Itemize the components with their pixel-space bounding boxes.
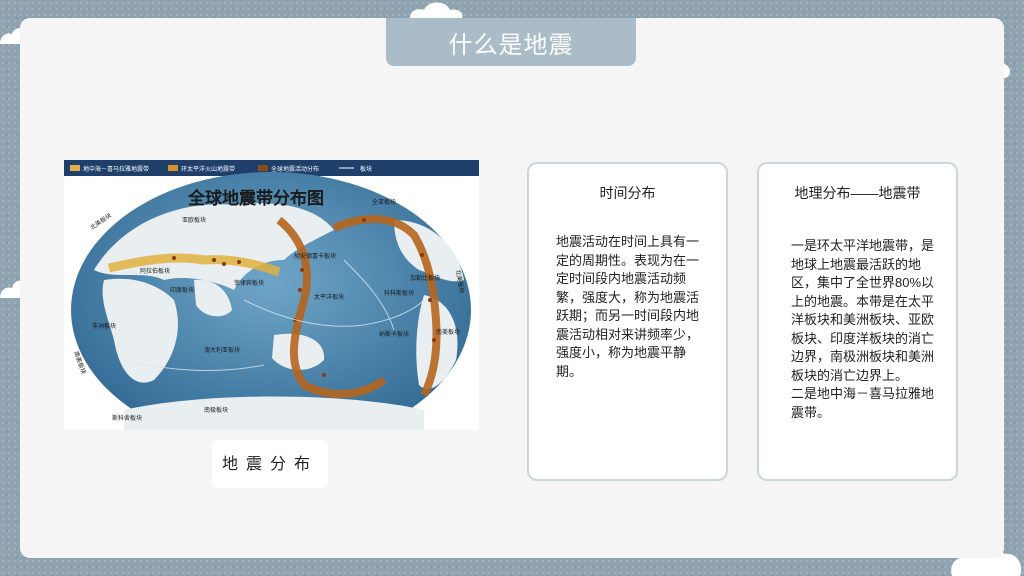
plate-label: 加勒比板块 (410, 274, 440, 282)
plate-label: 北美板块 (89, 211, 113, 231)
map-caption: 地震分布 (212, 440, 328, 488)
panel-heading: 时间分布 (599, 185, 656, 201)
plate-label: 印度板块 (170, 286, 194, 294)
plate-label: 南极板块 (204, 406, 228, 414)
plate-label: 胡安德富卡板块 (294, 252, 336, 260)
slide-title: 什么是地震 (386, 18, 636, 66)
plate-label: 科科斯板块 (384, 289, 414, 297)
earthquake-map-graphic: 地中海－喜马拉雅地震带 环太平洋火山地震带 全球地震活动分布 板块 全球地震带分… (64, 160, 479, 430)
plate-label: 非洲板块 (92, 322, 116, 330)
map-legend-item: 环太平洋火山地震带 (181, 165, 235, 173)
map-legend-item: 地中海－喜马拉雅地震带 (83, 165, 149, 173)
plate-label: 太平洋板块 (314, 293, 344, 301)
plate-label: 澳大利亚板块 (204, 346, 240, 354)
earthquake-map: 地中海－喜马拉雅地震带 环太平洋火山地震带 全球地震活动分布 板块 全球地震带分… (64, 160, 479, 430)
map-title: 全球地震带分布图 (187, 188, 324, 209)
panel-body: 一是环太平洋地震带，是地球上地震最活跃的地区，集中了全世界80%以上的地震。本带… (791, 238, 935, 420)
time-distribution-panel: 时间分布 地震活动在时间上具有一定的周期性。表现为在一定时间段内地震活动频繁，强… (527, 162, 728, 481)
geo-distribution-panel: 地理分布——地震带 一是环太平洋地震带，是地球上地震最活跃的地区，集中了全世界8… (757, 162, 958, 481)
panel-body: 地震活动在时间上具有一定的周期性。表现为在一定时间段内地震活动频繁，强度大，称为… (556, 234, 700, 379)
plate-label: 亚欧板块 (182, 216, 206, 224)
cloud-icon (410, 2, 463, 18)
panel-heading: 地理分布——地震带 (794, 185, 921, 201)
plate-label: 斯科舍板块 (112, 414, 142, 422)
map-legend-item: 全球地震活动分布 (271, 165, 319, 173)
map-legend-item: 板块 (360, 165, 372, 173)
plate-label: 阿拉伯板块 (140, 267, 170, 275)
plate-label: 纳斯卡板块 (379, 330, 409, 338)
plate-label: 南美板块 (436, 328, 460, 336)
plate-label: 全亚板块 (372, 198, 396, 206)
plate-label: 菲律宾板块 (234, 279, 264, 287)
